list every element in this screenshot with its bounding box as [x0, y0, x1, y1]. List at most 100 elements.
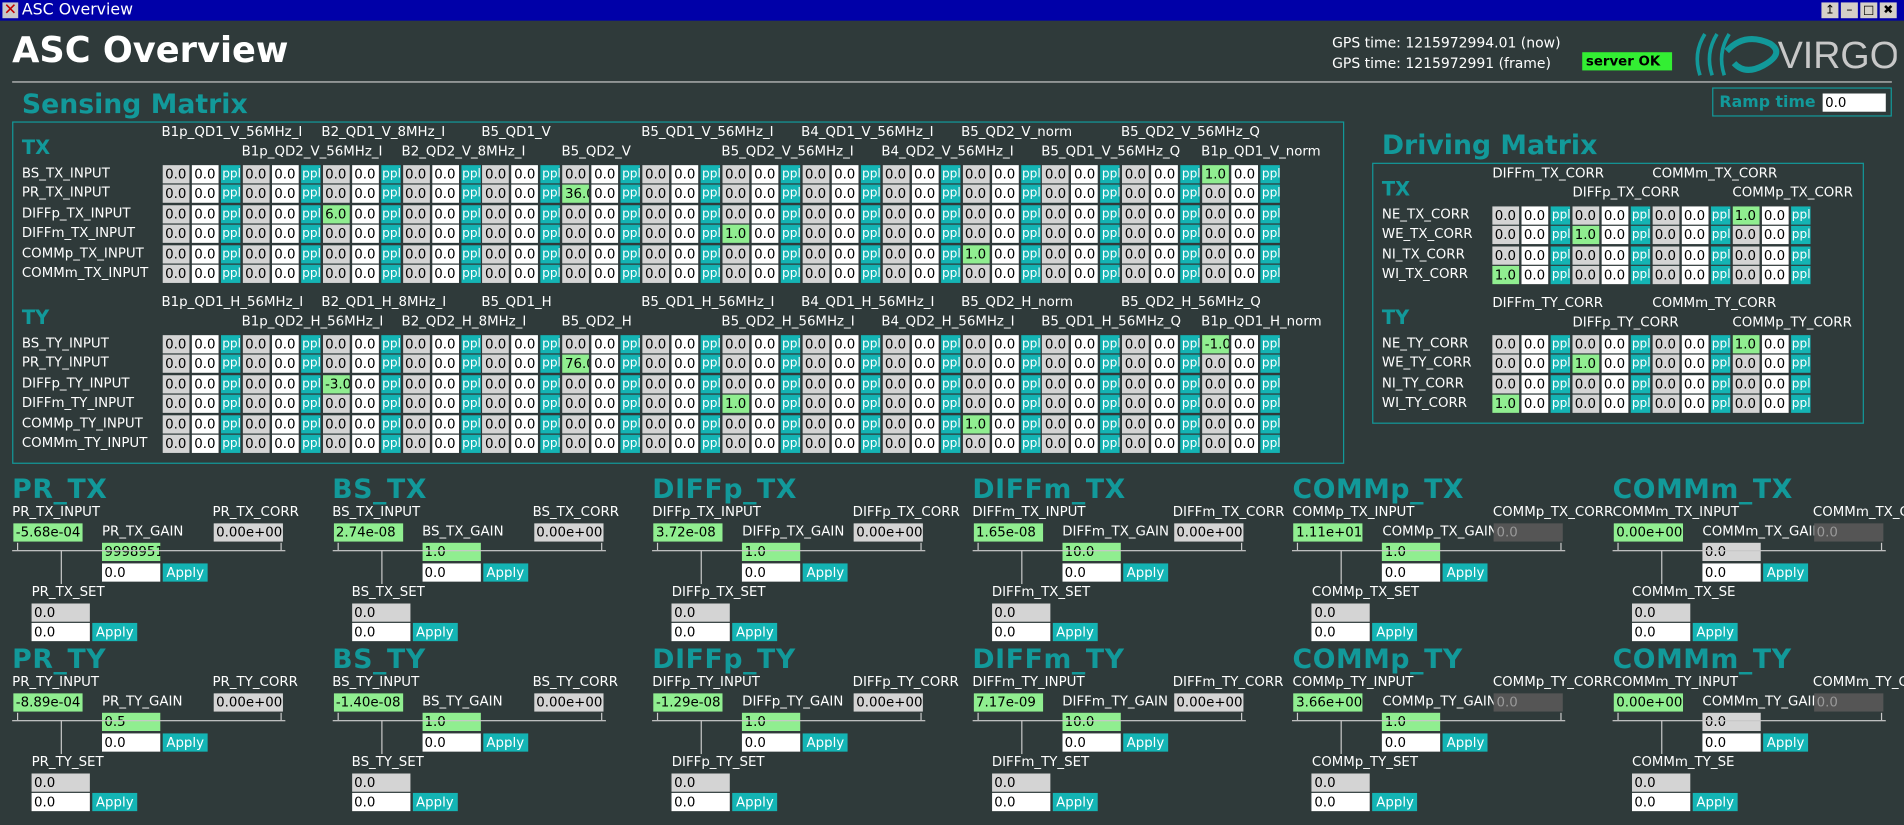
- matrix-set-cell[interactable]: 0.0: [751, 165, 779, 184]
- matrix-apply-button[interactable]: ppl: [700, 374, 721, 394]
- matrix-apply-button[interactable]: ppl: [700, 355, 721, 374]
- matrix-apply-button[interactable]: ppl: [1710, 374, 1731, 394]
- gain-input[interactable]: 0.0: [1382, 563, 1441, 582]
- matrix-set-cell[interactable]: 0.0: [511, 335, 539, 354]
- matrix-set-cell[interactable]: 0.0: [351, 185, 379, 204]
- matrix-apply-button[interactable]: ppl: [860, 374, 881, 394]
- matrix-apply-button[interactable]: ppl: [460, 224, 481, 244]
- matrix-set-cell[interactable]: 0.0: [351, 244, 379, 264]
- matrix-gain-cell[interactable]: 0.0: [1492, 206, 1520, 225]
- matrix-apply-button[interactable]: ppl: [940, 414, 961, 434]
- matrix-apply-button[interactable]: ppl: [700, 185, 721, 204]
- matrix-apply-button[interactable]: ppl: [540, 414, 561, 434]
- matrix-set-cell[interactable]: 0.0: [1071, 224, 1099, 244]
- matrix-apply-button[interactable]: ppl: [540, 224, 561, 244]
- matrix-set-cell[interactable]: 0.0: [271, 185, 299, 204]
- matrix-gain-cell[interactable]: 0.0: [1122, 264, 1150, 283]
- matrix-gain-cell[interactable]: 0.0: [1572, 335, 1600, 354]
- matrix-gain-cell[interactable]: 0.0: [322, 185, 350, 204]
- matrix-gain-cell[interactable]: 0.0: [1492, 246, 1520, 265]
- matrix-apply-button[interactable]: ppl: [1180, 335, 1201, 354]
- matrix-apply-button[interactable]: ppl: [300, 204, 321, 224]
- matrix-set-cell[interactable]: 0.0: [831, 185, 859, 204]
- matrix-set-cell[interactable]: 0.0: [191, 414, 219, 434]
- matrix-apply-button[interactable]: ppl: [1100, 414, 1121, 434]
- matrix-apply-button[interactable]: ppl: [1020, 204, 1041, 224]
- matrix-gain-cell[interactable]: 0.0: [642, 244, 670, 264]
- matrix-set-cell[interactable]: 0.0: [1231, 335, 1259, 354]
- matrix-gain-cell[interactable]: 0.0: [882, 374, 910, 394]
- matrix-apply-button[interactable]: ppl: [1790, 355, 1810, 374]
- set-apply-button[interactable]: Apply: [1692, 622, 1738, 642]
- matrix-gain-cell[interactable]: 0.0: [722, 414, 750, 434]
- matrix-apply-button[interactable]: ppl: [1020, 185, 1041, 204]
- matrix-set-cell[interactable]: 0.0: [1231, 355, 1259, 374]
- matrix-gain-cell[interactable]: 0.0: [1732, 374, 1759, 394]
- matrix-gain-cell[interactable]: 0.0: [1042, 355, 1070, 374]
- matrix-set-cell[interactable]: 0.0: [511, 394, 539, 414]
- matrix-set-cell[interactable]: 0.0: [831, 434, 859, 453]
- matrix-apply-button[interactable]: ppl: [1790, 394, 1810, 414]
- matrix-set-cell[interactable]: 0.0: [1761, 266, 1789, 285]
- matrix-gain-cell[interactable]: 0.0: [402, 165, 430, 184]
- set-input[interactable]: 0.0: [1632, 622, 1691, 642]
- matrix-apply-button[interactable]: ppl: [620, 374, 641, 394]
- matrix-set-cell[interactable]: 0.0: [1071, 165, 1099, 184]
- matrix-set-cell[interactable]: 0.0: [1151, 185, 1179, 204]
- set-apply-button[interactable]: Apply: [1372, 622, 1418, 642]
- matrix-gain-cell[interactable]: 0.0: [162, 185, 190, 204]
- set-apply-button[interactable]: Apply: [412, 792, 458, 812]
- matrix-gain-cell[interactable]: 0.0: [402, 204, 430, 224]
- matrix-set-cell[interactable]: 0.0: [1151, 244, 1179, 264]
- matrix-apply-button[interactable]: ppl: [860, 244, 881, 264]
- matrix-gain-cell[interactable]: 0.0: [1202, 204, 1230, 224]
- matrix-gain-cell[interactable]: 1.0: [1202, 165, 1230, 184]
- matrix-gain-cell[interactable]: 0.0: [562, 394, 590, 414]
- matrix-gain-cell[interactable]: 0.0: [1652, 374, 1680, 394]
- matrix-gain-cell[interactable]: 6.0: [322, 204, 350, 224]
- matrix-gain-cell[interactable]: 0.0: [962, 224, 990, 244]
- matrix-gain-cell[interactable]: 0.0: [962, 355, 990, 374]
- matrix-apply-button[interactable]: ppl: [300, 414, 321, 434]
- matrix-set-cell[interactable]: 0.0: [911, 264, 939, 283]
- matrix-apply-button[interactable]: ppl: [940, 204, 961, 224]
- matrix-set-cell[interactable]: 0.0: [431, 335, 459, 354]
- matrix-set-cell[interactable]: 0.0: [671, 335, 699, 354]
- matrix-gain-cell[interactable]: 0.0: [162, 165, 190, 184]
- matrix-apply-button[interactable]: ppl: [620, 264, 641, 283]
- matrix-set-cell[interactable]: 0.0: [191, 224, 219, 244]
- matrix-apply-button[interactable]: ppl: [1100, 185, 1121, 204]
- matrix-apply-button[interactable]: ppl: [1100, 244, 1121, 264]
- matrix-gain-cell[interactable]: 0.0: [402, 414, 430, 434]
- matrix-set-cell[interactable]: 0.0: [991, 355, 1019, 374]
- matrix-set-cell[interactable]: 0.0: [751, 185, 779, 204]
- matrix-apply-button[interactable]: ppl: [221, 434, 241, 453]
- gain-input[interactable]: 0.0: [1062, 563, 1121, 582]
- matrix-gain-cell[interactable]: 0.0: [882, 335, 910, 354]
- matrix-apply-button[interactable]: ppl: [1180, 394, 1201, 414]
- matrix-set-cell[interactable]: 0.0: [591, 185, 619, 204]
- gain-apply-button[interactable]: Apply: [1443, 563, 1488, 582]
- set-apply-button[interactable]: Apply: [412, 622, 458, 642]
- matrix-set-cell[interactable]: 0.0: [911, 394, 939, 414]
- set-apply-button[interactable]: Apply: [92, 792, 138, 812]
- matrix-set-cell[interactable]: 0.0: [671, 204, 699, 224]
- matrix-apply-button[interactable]: ppl: [1710, 206, 1731, 225]
- matrix-set-cell[interactable]: 0.0: [1151, 394, 1179, 414]
- matrix-gain-cell[interactable]: 0.0: [882, 185, 910, 204]
- matrix-set-cell[interactable]: 0.0: [751, 355, 779, 374]
- matrix-apply-button[interactable]: ppl: [300, 355, 321, 374]
- matrix-gain-cell[interactable]: 0.0: [802, 374, 830, 394]
- matrix-apply-button[interactable]: ppl: [1630, 266, 1651, 285]
- matrix-apply-button[interactable]: ppl: [860, 414, 881, 434]
- matrix-gain-cell[interactable]: 0.0: [642, 204, 670, 224]
- matrix-set-cell[interactable]: 0.0: [1521, 374, 1549, 394]
- matrix-set-cell[interactable]: 0.0: [1681, 394, 1709, 414]
- matrix-apply-button[interactable]: ppl: [1790, 226, 1810, 245]
- matrix-gain-cell[interactable]: 0.0: [562, 224, 590, 244]
- matrix-apply-button[interactable]: ppl: [1630, 226, 1651, 245]
- matrix-set-cell[interactable]: 0.0: [591, 335, 619, 354]
- maximize-button[interactable]: □: [1860, 2, 1878, 19]
- matrix-set-cell[interactable]: 0.0: [511, 414, 539, 434]
- matrix-gain-cell[interactable]: 0.0: [802, 244, 830, 264]
